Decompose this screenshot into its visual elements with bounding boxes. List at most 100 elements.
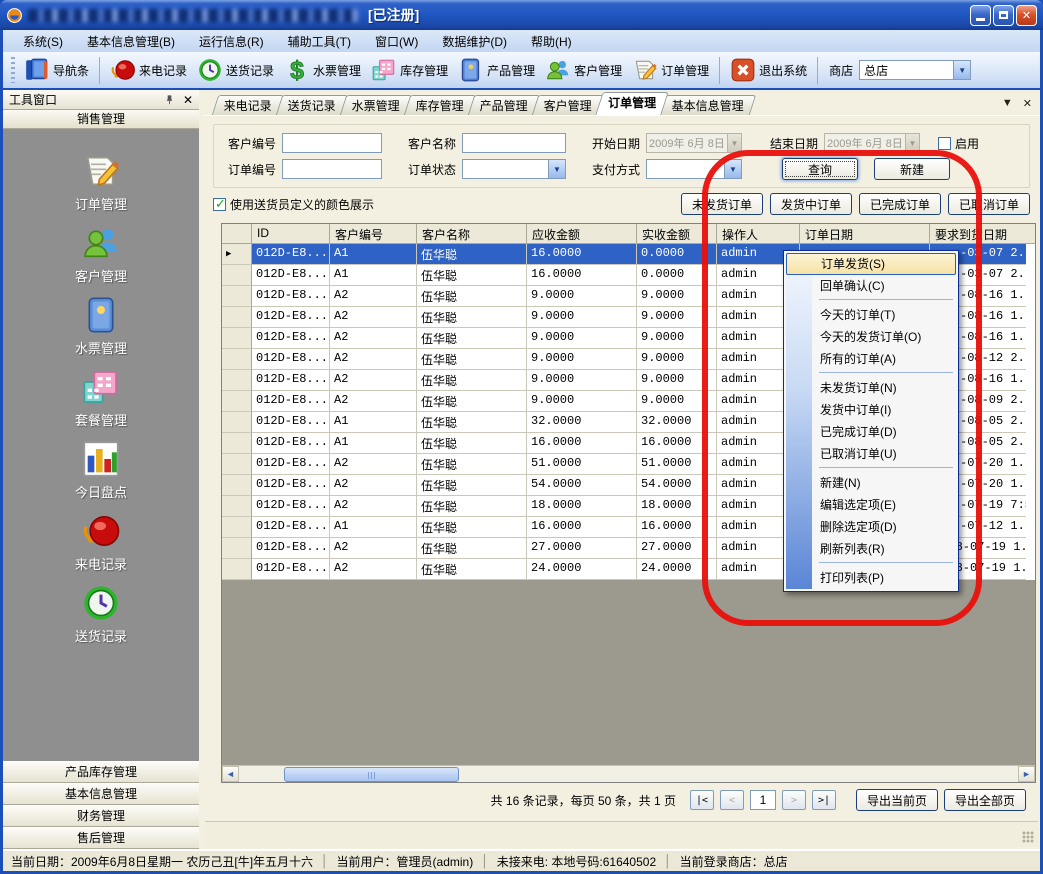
cell-customer-name[interactable]: 伍华聪 bbox=[417, 559, 527, 580]
export-current-page-button[interactable]: 导出当前页 bbox=[856, 789, 938, 811]
customer-name-input[interactable] bbox=[462, 133, 566, 153]
toolbar-order-button[interactable]: 订单管理 bbox=[627, 54, 714, 86]
sidebar-section-sales[interactable]: 销售管理 bbox=[3, 110, 199, 129]
cell-receivable[interactable]: 9.0000 bbox=[527, 391, 637, 412]
tab-water-ticket[interactable]: 水票管理 bbox=[340, 95, 413, 115]
tab-list-dropdown-icon[interactable]: ▼ bbox=[1002, 97, 1013, 110]
grid-header-required-date[interactable]: 要求到货日期 bbox=[930, 224, 1026, 243]
cell-customer-no[interactable]: A2 bbox=[330, 475, 417, 496]
prev-page-button[interactable]: < bbox=[720, 790, 744, 810]
grid-header-order-date[interactable]: 订单日期 bbox=[800, 224, 930, 243]
cell-customer-no[interactable]: A1 bbox=[330, 433, 417, 454]
start-date-picker[interactable]: 2009年 6月 8日 ▼ bbox=[646, 133, 742, 153]
row-selector-cell[interactable] bbox=[222, 307, 252, 328]
row-selector-cell[interactable] bbox=[222, 286, 252, 307]
grid-header-customer-name[interactable]: 客户名称 bbox=[417, 224, 527, 243]
row-selector-cell[interactable] bbox=[222, 265, 252, 286]
context-menu-item[interactable]: 未发货订单(N) bbox=[786, 377, 956, 399]
deliveryman-color-checkbox[interactable] bbox=[213, 198, 226, 211]
cell-customer-name[interactable]: 伍华聪 bbox=[417, 307, 527, 328]
cell-customer-no[interactable]: A2 bbox=[330, 496, 417, 517]
cell-receivable[interactable]: 9.0000 bbox=[527, 328, 637, 349]
tab-product[interactable]: 产品管理 bbox=[468, 95, 541, 115]
toolbar-nav-bar-button[interactable]: 导航条 bbox=[19, 54, 94, 86]
end-date-picker[interactable]: 2009年 6月 8日 ▼ bbox=[824, 133, 920, 153]
context-menu-item[interactable]: 已取消订单(U) bbox=[786, 443, 956, 465]
unshipped-orders-button[interactable]: 未发货订单 bbox=[681, 193, 763, 215]
cell-customer-no[interactable]: A1 bbox=[330, 244, 417, 265]
next-page-button[interactable]: > bbox=[782, 790, 806, 810]
cell-received[interactable]: 18.0000 bbox=[637, 496, 717, 517]
context-menu-item[interactable]: 订单发货(S) bbox=[786, 253, 956, 275]
chevron-down-icon[interactable]: ▼ bbox=[548, 160, 565, 178]
cell-received[interactable]: 9.0000 bbox=[637, 286, 717, 307]
menu-help[interactable]: 帮助(H) bbox=[521, 31, 582, 52]
cell-customer-name[interactable]: 伍华聪 bbox=[417, 391, 527, 412]
cell-received[interactable]: 0.0000 bbox=[637, 265, 717, 286]
cell-customer-no[interactable]: A1 bbox=[330, 517, 417, 538]
toolbar-customer-button[interactable]: 客户管理 bbox=[540, 54, 627, 86]
tab-delivery-log[interactable]: 送货记录 bbox=[276, 95, 349, 115]
cell-customer-no[interactable]: A2 bbox=[330, 328, 417, 349]
cell-receivable[interactable]: 16.0000 bbox=[527, 433, 637, 454]
cell-receivable[interactable]: 16.0000 bbox=[527, 265, 637, 286]
menu-system[interactable]: 系统(S) bbox=[13, 31, 73, 52]
cell-customer-no[interactable]: A2 bbox=[330, 286, 417, 307]
cell-id[interactable]: 012D-E8... bbox=[252, 538, 330, 559]
cell-receivable[interactable]: 32.0000 bbox=[527, 412, 637, 433]
cell-receivable[interactable]: 16.0000 bbox=[527, 517, 637, 538]
maximize-button[interactable] bbox=[993, 5, 1014, 26]
sidebar-item-call-log[interactable]: 来电记录 bbox=[41, 511, 161, 573]
completed-orders-button[interactable]: 已完成订单 bbox=[859, 193, 941, 215]
cell-customer-no[interactable]: A2 bbox=[330, 538, 417, 559]
context-menu-item[interactable]: 删除选定项(D) bbox=[786, 516, 956, 538]
cell-customer-name[interactable]: 伍华聪 bbox=[417, 496, 527, 517]
cell-id[interactable]: 012D-E8... bbox=[252, 391, 330, 412]
cell-customer-no[interactable]: A2 bbox=[330, 454, 417, 475]
grid-header-id[interactable]: ID bbox=[252, 224, 330, 243]
context-menu-item[interactable]: 所有的订单(A) bbox=[786, 348, 956, 370]
sidebar-item-delivery-log[interactable]: 送货记录 bbox=[41, 583, 161, 645]
menu-basic-info[interactable]: 基本信息管理(B) bbox=[77, 31, 185, 52]
cell-received[interactable]: 16.0000 bbox=[637, 433, 717, 454]
cell-customer-name[interactable]: 伍华聪 bbox=[417, 475, 527, 496]
sidebar-item-customer-mgmt[interactable]: 客户管理 bbox=[41, 223, 161, 285]
shipping-orders-button[interactable]: 发货中订单 bbox=[770, 193, 852, 215]
minimize-button[interactable] bbox=[970, 5, 991, 26]
cell-customer-name[interactable]: 伍华聪 bbox=[417, 286, 527, 307]
cell-received[interactable]: 9.0000 bbox=[637, 370, 717, 391]
cell-customer-name[interactable]: 伍华聪 bbox=[417, 370, 527, 391]
cell-receivable[interactable]: 9.0000 bbox=[527, 370, 637, 391]
cell-receivable[interactable]: 16.0000 bbox=[527, 244, 637, 265]
cell-received[interactable]: 24.0000 bbox=[637, 559, 717, 580]
cell-received[interactable]: 9.0000 bbox=[637, 307, 717, 328]
cell-customer-no[interactable]: A2 bbox=[330, 370, 417, 391]
scrollbar-thumb[interactable] bbox=[284, 767, 459, 782]
sidebar-item-today-stocktake[interactable]: 今日盘点 bbox=[41, 439, 161, 501]
context-menu-item[interactable]: 打印列表(P) bbox=[786, 567, 956, 589]
scroll-right-icon[interactable]: ► bbox=[1018, 766, 1035, 782]
pay-method-combobox[interactable]: ▼ bbox=[646, 159, 742, 179]
close-icon[interactable]: ✕ bbox=[183, 93, 193, 107]
sidebar-item-water-ticket-mgmt[interactable]: 水票管理 bbox=[41, 295, 161, 357]
toolbar-call-log-button[interactable]: 来电记录 bbox=[105, 54, 192, 86]
cell-receivable[interactable]: 9.0000 bbox=[527, 286, 637, 307]
grid-header-received[interactable]: 实收金额 bbox=[637, 224, 717, 243]
row-selector-cell[interactable] bbox=[222, 433, 252, 454]
row-selector-cell[interactable] bbox=[222, 328, 252, 349]
row-selector-cell[interactable] bbox=[222, 370, 252, 391]
cancelled-orders-button[interactable]: 已取消订单 bbox=[948, 193, 1030, 215]
tab-call-log[interactable]: 来电记录 bbox=[212, 95, 285, 115]
cell-id[interactable]: 012D-E8... bbox=[252, 307, 330, 328]
first-page-button[interactable]: |< bbox=[690, 790, 714, 810]
cell-receivable[interactable]: 9.0000 bbox=[527, 307, 637, 328]
sidebar-group-product-inventory[interactable]: 产品库存管理 bbox=[3, 761, 199, 783]
cell-receivable[interactable]: 24.0000 bbox=[527, 559, 637, 580]
menu-window[interactable]: 窗口(W) bbox=[365, 31, 428, 52]
cell-received[interactable]: 32.0000 bbox=[637, 412, 717, 433]
cell-received[interactable]: 51.0000 bbox=[637, 454, 717, 475]
tab-basic-info[interactable]: 基本信息管理 bbox=[660, 95, 757, 115]
cell-id[interactable]: 012D-E8... bbox=[252, 412, 330, 433]
cell-customer-no[interactable]: A2 bbox=[330, 307, 417, 328]
sidebar-item-order-mgmt[interactable]: 订单管理 bbox=[41, 151, 161, 213]
